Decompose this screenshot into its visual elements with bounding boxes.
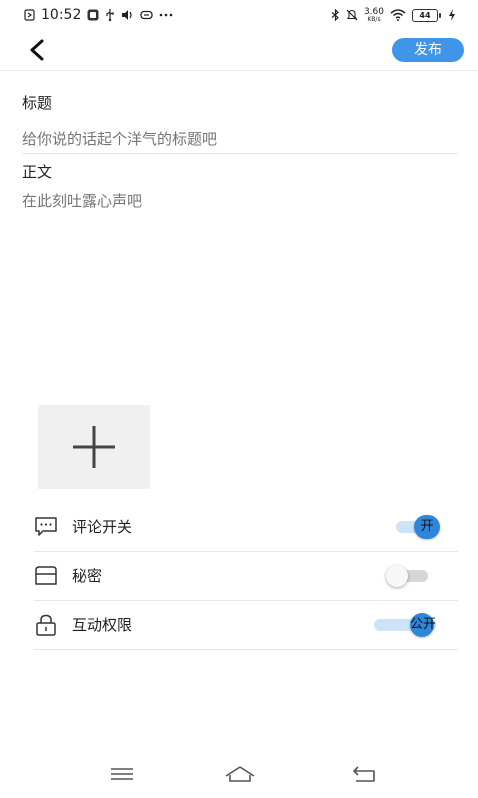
plus-icon xyxy=(73,426,115,468)
volume-icon xyxy=(122,10,132,20)
title-label: 标题 xyxy=(22,94,53,112)
menu-icon xyxy=(111,768,133,780)
wifi-icon xyxy=(390,9,406,21)
body-label: 正文 xyxy=(22,163,53,181)
bluetooth-icon xyxy=(331,9,339,21)
add-image-button[interactable] xyxy=(38,405,150,489)
back-button[interactable] xyxy=(26,38,48,62)
mute-icon xyxy=(346,9,358,21)
back-icon xyxy=(353,766,375,782)
setting-row-secret: 秘密 xyxy=(34,552,458,601)
system-nav-bar xyxy=(0,748,478,798)
toggle-thumb xyxy=(386,565,408,587)
toggle-thumb: 公开 xyxy=(406,613,440,637)
more-dots-icon xyxy=(160,13,173,17)
toggle-text: 公开 xyxy=(409,617,436,632)
battery-icon: 44 xyxy=(412,8,441,22)
battery-level: 44 xyxy=(419,10,431,20)
status-bar-right: 3.60 KB/s 44 xyxy=(331,6,456,23)
home-button[interactable] xyxy=(224,764,256,784)
lock-icon xyxy=(36,614,56,636)
network-speed-value: 3.60 xyxy=(363,6,384,17)
network-speed-unit: KB/s xyxy=(367,15,381,23)
app-notification-icon xyxy=(87,9,99,21)
sim-icon xyxy=(24,9,35,21)
back-nav-button[interactable] xyxy=(352,764,380,784)
setting-label-secret: 秘密 xyxy=(72,567,103,585)
comment-icon xyxy=(35,517,57,536)
folder-icon xyxy=(35,566,57,585)
status-time: 10:52 xyxy=(41,7,82,23)
secret-toggle[interactable] xyxy=(386,564,430,588)
menu-button[interactable] xyxy=(108,764,136,784)
chevron-left-icon xyxy=(30,39,44,61)
interaction-toggle[interactable]: 公开 xyxy=(374,613,440,637)
setting-row-interaction: 互动权限 公开 xyxy=(34,601,458,650)
network-speed: 3.60 KB/s xyxy=(363,6,384,23)
comments-toggle[interactable]: 开 xyxy=(396,515,440,539)
setting-label-interaction: 互动权限 xyxy=(72,616,133,634)
top-bar: 发布 xyxy=(0,30,478,71)
publish-button[interactable]: 发布 xyxy=(392,38,464,62)
mask-icon xyxy=(140,10,154,20)
setting-row-comments: 评论开关 开 xyxy=(34,503,458,552)
setting-label-comments: 评论开关 xyxy=(72,518,133,536)
toggle-thumb: 开 xyxy=(414,515,440,539)
status-bar: 10:52 3.60 KB/s 44 xyxy=(0,0,478,30)
charging-icon xyxy=(449,9,455,21)
usb-icon xyxy=(106,9,114,21)
body-textarea[interactable] xyxy=(22,190,452,390)
home-icon xyxy=(225,766,255,782)
title-divider xyxy=(22,153,458,154)
title-input[interactable] xyxy=(22,128,452,150)
status-bar-left: 10:52 xyxy=(24,7,173,23)
